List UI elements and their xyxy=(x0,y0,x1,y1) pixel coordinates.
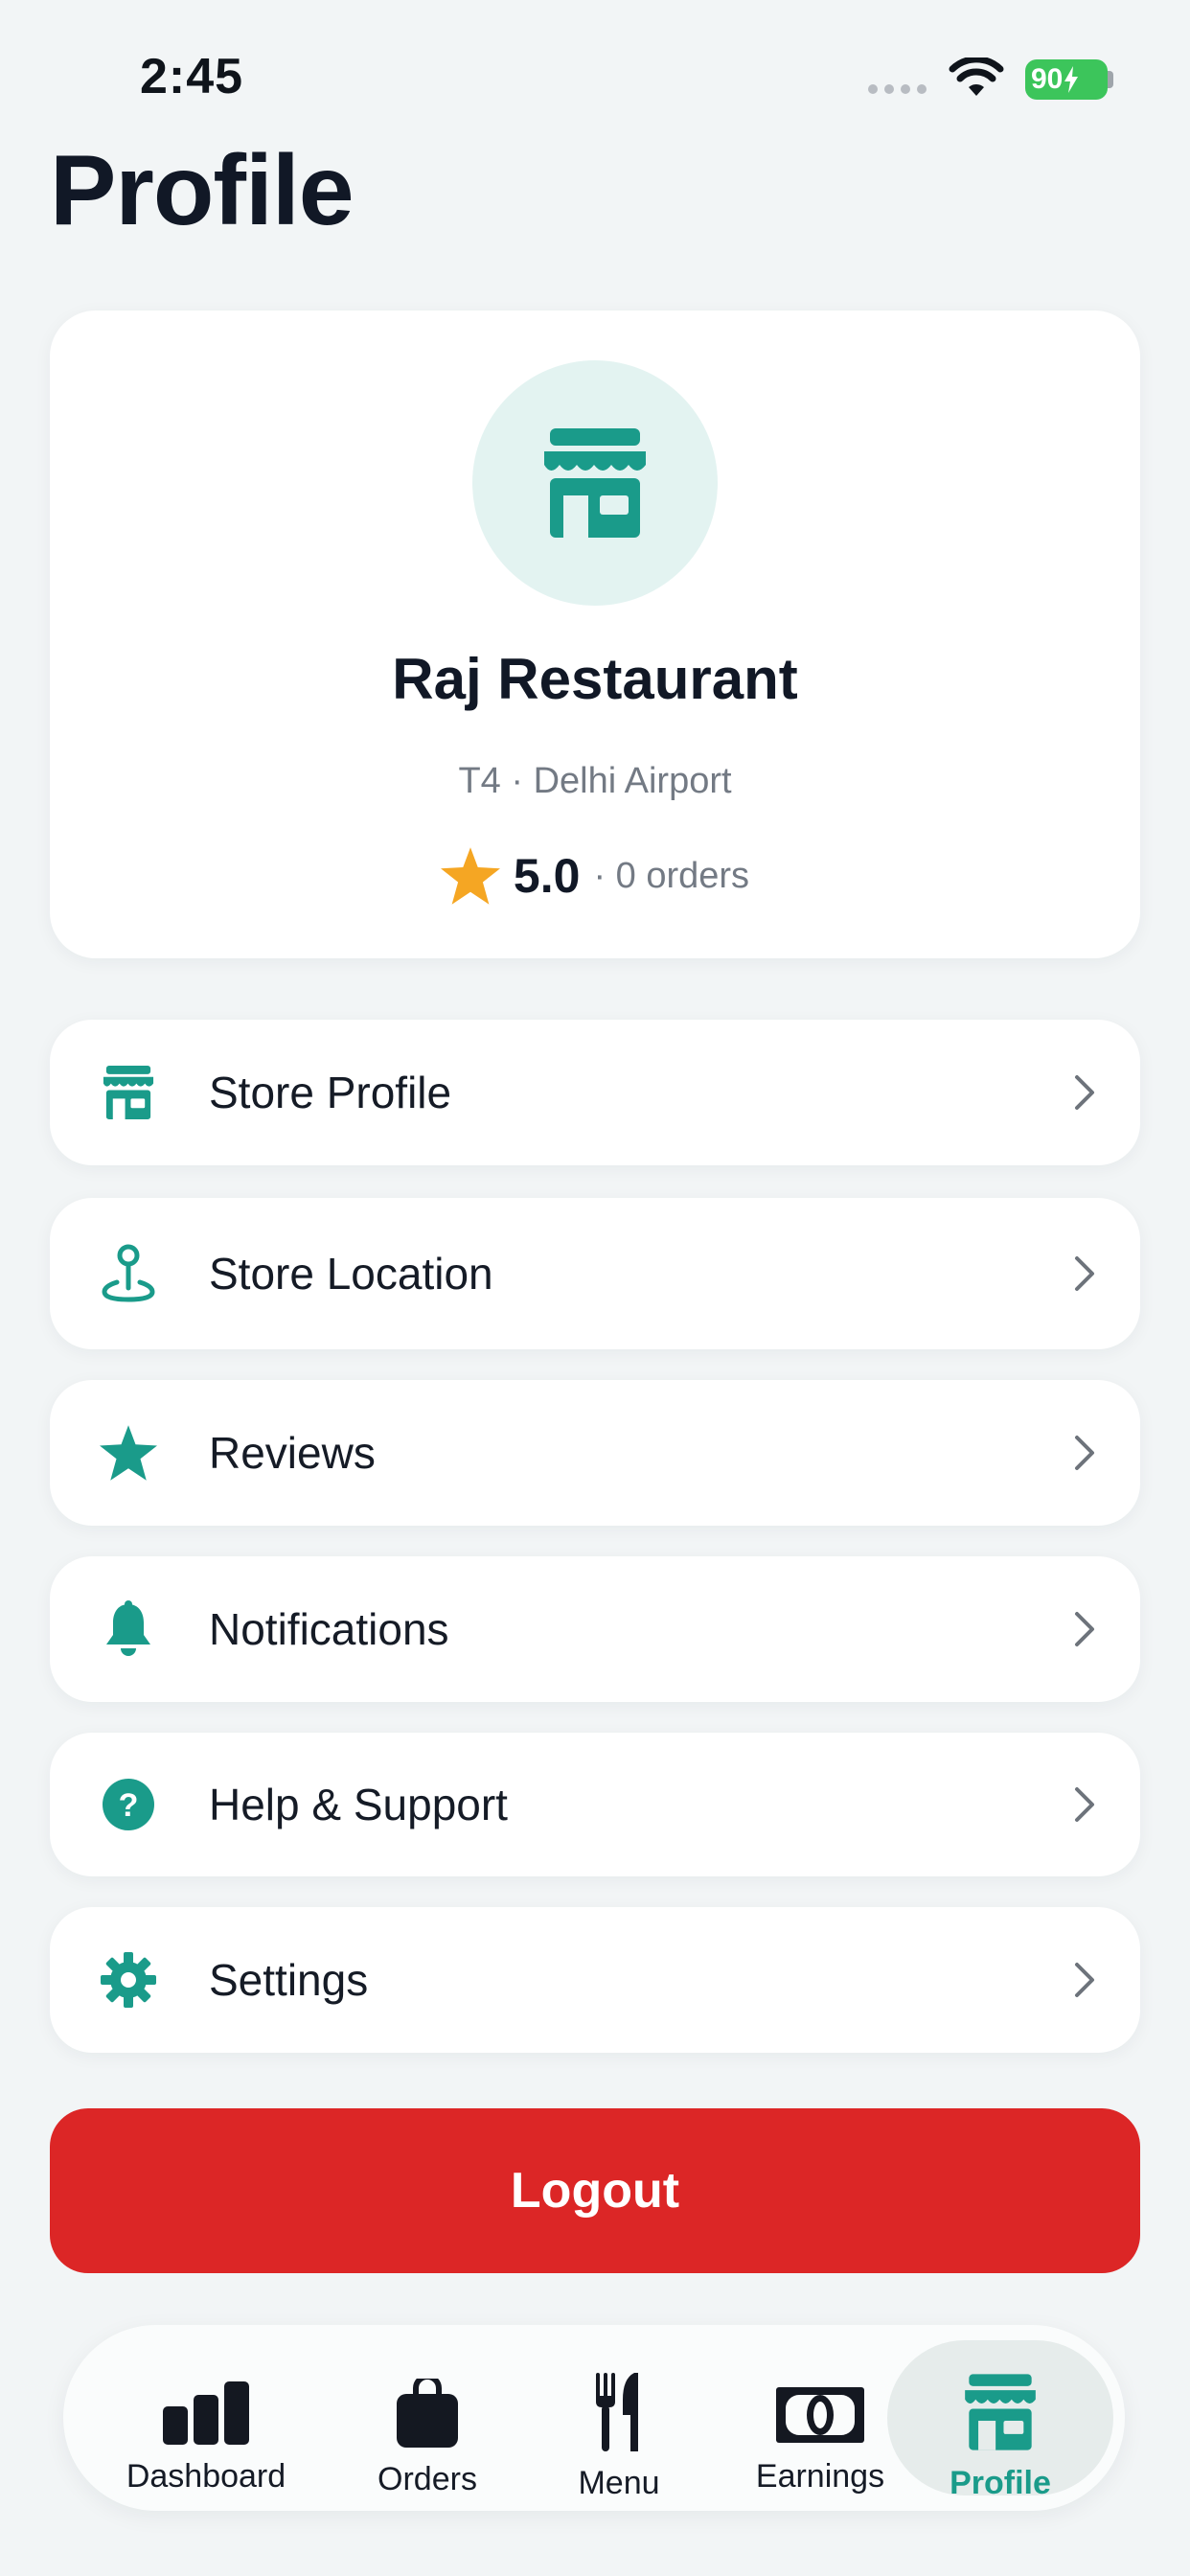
logout-button[interactable]: Logout xyxy=(50,2108,1140,2273)
store-icon xyxy=(100,1064,157,1121)
chevron-right-icon xyxy=(1075,1787,1094,1822)
page-title: Profile xyxy=(50,135,355,246)
battery-level: 90 xyxy=(1031,63,1064,95)
tab-bar: Dashboard Orders Menu Earnings Profile xyxy=(63,2325,1125,2511)
battery-nub xyxy=(1108,71,1113,88)
profile-screen: 2:45 90 Profile Raj Restaurant T4 · Delh… xyxy=(0,0,1190,2576)
chevron-right-icon xyxy=(1075,1436,1094,1470)
cash-icon xyxy=(774,2379,866,2445)
tab-label: Profile xyxy=(950,2465,1051,2501)
tab-profile[interactable]: Profile xyxy=(887,2340,1113,2501)
store-icon xyxy=(962,2374,1039,2451)
menu-item-store-location[interactable]: Store Location xyxy=(50,1198,1140,1349)
menu-item-notifications[interactable]: Notifications xyxy=(50,1556,1140,1702)
tab-label: Dashboard xyxy=(126,2458,286,2495)
tab-label: Menu xyxy=(578,2465,660,2501)
battery-icon: 90 xyxy=(1025,59,1108,100)
status-time: 2:45 xyxy=(140,49,244,104)
store-icon xyxy=(544,428,646,538)
location-pin-icon xyxy=(100,1244,157,1302)
tab-label: Orders xyxy=(378,2461,477,2497)
menu-label: Notifications xyxy=(209,1604,449,1654)
bell-icon xyxy=(100,1600,157,1658)
menu-item-help-support[interactable]: ? Help & Support xyxy=(50,1733,1140,1876)
menu-label: Help & Support xyxy=(209,1780,508,1829)
menu-label: Reviews xyxy=(209,1428,376,1478)
tab-menu[interactable]: Menu xyxy=(542,2340,696,2501)
store-location: T4 · Delhi Airport xyxy=(458,761,732,801)
menu-label: Store Profile xyxy=(209,1068,452,1117)
gear-icon xyxy=(100,1951,157,2009)
menu-label: Store Location xyxy=(209,1249,493,1299)
chevron-right-icon xyxy=(1075,1612,1094,1646)
tab-label: Earnings xyxy=(755,2458,885,2495)
store-name: Raj Restaurant xyxy=(392,647,798,711)
star-icon xyxy=(440,847,500,905)
wifi-icon xyxy=(949,58,1004,96)
status-bar: 2:45 90 xyxy=(0,0,1190,144)
orders-count: · 0 orders xyxy=(593,855,750,896)
tab-dashboard[interactable]: Dashboard xyxy=(105,2340,307,2496)
signal-icon xyxy=(868,84,927,94)
chevron-right-icon xyxy=(1075,1256,1094,1291)
rating-value: 5.0 xyxy=(513,849,581,903)
bag-icon xyxy=(395,2379,460,2448)
avatar xyxy=(472,360,718,606)
chevron-right-icon xyxy=(1075,1963,1094,1997)
star-icon xyxy=(100,1424,157,1482)
chevron-right-icon xyxy=(1075,1075,1094,1110)
svg-text:?: ? xyxy=(119,1787,139,1824)
charging-icon xyxy=(1064,66,1079,93)
menu-label: Settings xyxy=(209,1955,369,2005)
menu-item-store-profile[interactable]: Store Profile xyxy=(50,1020,1140,1165)
rating-row: 5.0 · 0 orders xyxy=(50,847,1140,905)
menu-item-settings[interactable]: Settings xyxy=(50,1907,1140,2053)
bar-chart-icon xyxy=(161,2379,251,2445)
help-icon: ? xyxy=(100,1776,157,1833)
menu-item-reviews[interactable]: Reviews xyxy=(50,1380,1140,1526)
profile-card: Raj Restaurant T4 · Delhi Airport 5.0 · … xyxy=(50,310,1140,958)
tab-orders[interactable]: Orders xyxy=(341,2340,514,2497)
fork-knife-icon xyxy=(592,2373,646,2451)
